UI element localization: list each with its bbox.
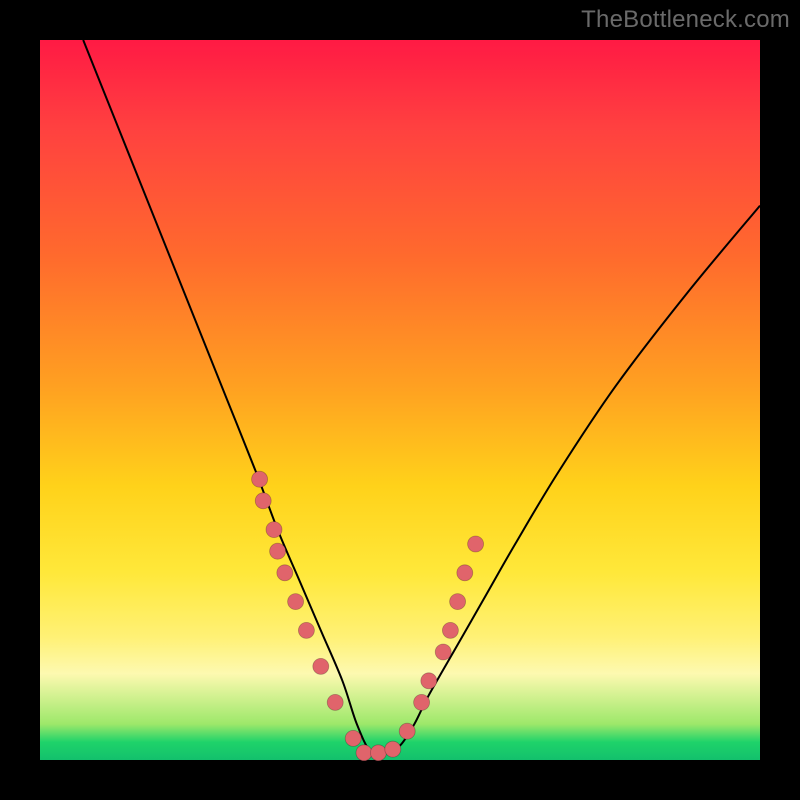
data-point-dot: [270, 543, 286, 559]
data-point-dot: [370, 745, 386, 761]
data-point-dot: [450, 594, 466, 610]
chart-frame: TheBottleneck.com: [0, 0, 800, 800]
data-point-dot: [421, 673, 437, 689]
data-point-dot: [414, 694, 430, 710]
data-point-dot: [255, 493, 271, 509]
data-point-dot: [435, 644, 451, 660]
data-point-dot: [345, 730, 361, 746]
data-point-dot: [442, 622, 458, 638]
curve-svg: [40, 40, 760, 760]
data-point-dot: [468, 536, 484, 552]
data-point-dot: [399, 723, 415, 739]
data-point-dot: [266, 522, 282, 538]
data-point-dot: [277, 565, 293, 581]
data-point-dot: [457, 565, 473, 581]
data-point-dot: [356, 745, 372, 761]
bottleneck-curve: [83, 40, 760, 755]
data-point-dot: [313, 658, 329, 674]
gradient-plot-area: [40, 40, 760, 760]
data-point-dot: [288, 594, 304, 610]
dot-group: [252, 471, 484, 761]
watermark-text: TheBottleneck.com: [581, 6, 790, 34]
data-point-dot: [385, 741, 401, 757]
data-point-dot: [298, 622, 314, 638]
data-point-dot: [327, 694, 343, 710]
data-point-dot: [252, 471, 268, 487]
